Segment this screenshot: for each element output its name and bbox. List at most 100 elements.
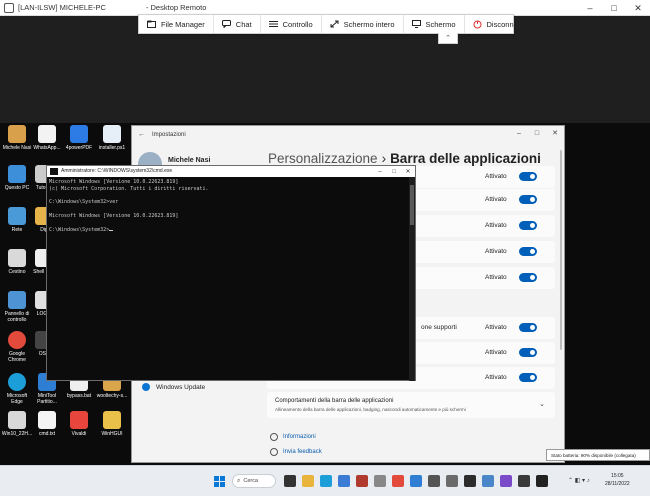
folder-icon	[103, 411, 121, 429]
cmd-maximize-button[interactable]: □	[387, 166, 401, 177]
text-cursor	[109, 229, 114, 231]
taskbar-app-chrome-icon[interactable]	[392, 475, 404, 487]
toggle-state: Attivato	[485, 349, 507, 356]
minimize-button[interactable]: –	[578, 0, 602, 16]
toolbar-control-button[interactable]: Controllo	[261, 15, 322, 33]
toggle-switch[interactable]	[519, 273, 537, 282]
chevron-down-icon: ⌄	[539, 401, 545, 408]
window-title: [LAN-ILSW] MICHELE-PC	[18, 3, 106, 12]
taskbar-app-app12-icon[interactable]	[482, 475, 494, 487]
start-button[interactable]	[214, 476, 225, 487]
cmd-minimize-button[interactable]: –	[373, 166, 387, 177]
desktop-icon[interactable]: Win10_22H...	[1, 411, 33, 437]
chat-icon	[221, 20, 231, 28]
battery-tooltip: Stato batteria: 90% disponibile (collega…	[546, 449, 650, 461]
taskbar-app-edge-icon[interactable]	[320, 475, 332, 487]
remote-app-icon	[4, 2, 14, 13]
toolbar-file-manager-button[interactable]: File Manager	[139, 15, 214, 33]
cmd-output[interactable]: Microsoft Windows [Versione 10.0.22623.8…	[49, 179, 209, 233]
taskbar-app-app5-icon[interactable]	[356, 475, 368, 487]
cmd-titlebar: Amministratore: C:\WINDOWS\system32\cmd.…	[47, 166, 415, 177]
network-icon	[8, 207, 26, 225]
cmd-title: Amministratore: C:\WINDOWS\system32\cmd.…	[61, 168, 173, 174]
clock[interactable]: 15:05 28/11/2022	[605, 472, 630, 488]
taskbar-app-app9-icon[interactable]	[428, 475, 440, 487]
taskbar-app-app8-icon[interactable]	[410, 475, 422, 487]
control-panel-icon	[8, 291, 26, 309]
script-file-icon	[103, 125, 121, 143]
desktop-icon[interactable]: WinHGUI	[96, 411, 128, 437]
toolbar-disconnect-button[interactable]: Disconnetti	[465, 15, 532, 33]
system-tray-icons[interactable]: ⌃ ◧ ▾ ♪	[568, 477, 590, 484]
cmd-close-button[interactable]: ✕	[401, 166, 415, 177]
back-button[interactable]: ←	[138, 131, 145, 138]
toggle-switch[interactable]	[519, 348, 537, 357]
desktop-icon[interactable]: WhatsApp...	[31, 125, 63, 151]
settings-close-button[interactable]: ✕	[546, 126, 564, 140]
settings-maximize-button[interactable]: □	[528, 126, 546, 140]
toggle-switch[interactable]	[519, 172, 537, 181]
cmd-window: Amministratore: C:\WINDOWS\system32\cmd.…	[46, 165, 416, 381]
taskbar-behaviors-expander[interactable]: Comportamenti della barra delle applicaz…	[267, 392, 555, 418]
vivaldi-icon	[70, 411, 88, 429]
toolbar-collapse-button[interactable]: ⌃	[438, 33, 458, 44]
toolbar-fullscreen-button[interactable]: Schermo intero	[322, 15, 404, 33]
file-icon	[38, 125, 56, 143]
toggle-state: Attivato	[485, 274, 507, 281]
search-icon: ⌕	[237, 477, 241, 484]
desktop-icon[interactable]: installer.ps1	[96, 125, 128, 151]
breadcrumb-separator: ›	[381, 151, 387, 166]
windows-logo-icon	[214, 476, 219, 481]
toolbar-monitor-button[interactable]: Schermo	[404, 15, 465, 33]
breadcrumb: Personalizzazione › Barra delle applicazio…	[268, 151, 541, 166]
settings-minimize-button[interactable]: –	[510, 126, 528, 140]
desktop-icon[interactable]: 4powerPDF	[63, 125, 95, 151]
desktop-icon[interactable]: Vivaldi	[63, 411, 95, 437]
desktop-icon[interactable]: Microsoft Edge	[1, 373, 33, 405]
window-subtitle: - Desktop Remoto	[145, 3, 207, 12]
taskbar-app-app15-icon[interactable]	[536, 475, 548, 487]
breadcrumb-parent[interactable]: Personalizzazione	[268, 151, 378, 166]
cmd-scrollbar[interactable]	[409, 177, 415, 381]
taskbar-app-app11-icon[interactable]	[464, 475, 476, 487]
search-box[interactable]: ⌕ Cerca	[232, 474, 276, 488]
toggle-state: Attivato	[485, 196, 507, 203]
computer-icon	[8, 165, 26, 183]
cmd-icon	[50, 168, 58, 175]
iso-file-icon	[8, 411, 26, 429]
settings-scrollbar[interactable]	[560, 150, 562, 350]
taskbar-app-app13-icon[interactable]	[500, 475, 512, 487]
pdf-app-icon	[70, 125, 88, 143]
toggle-switch[interactable]	[519, 195, 537, 204]
toggle-switch[interactable]	[519, 323, 537, 332]
user-folder-icon	[8, 125, 26, 143]
desktop-icon[interactable]: Michele Nasi	[1, 125, 33, 151]
nav-windows-update[interactable]: Windows Update	[142, 383, 205, 391]
settings-title: Impostazioni	[152, 132, 186, 138]
taskbar-app-app6-icon[interactable]	[374, 475, 386, 487]
toggle-state: Attivato	[485, 173, 507, 180]
user-name: Michele Nasi	[168, 157, 211, 164]
taskbar: ⌕ Cerca ⌃ ◧ ▾ ♪ 15:05 28/11/2022	[0, 465, 650, 496]
taskbar-app-taskview-icon[interactable]	[284, 475, 296, 487]
toggle-switch[interactable]	[519, 373, 537, 382]
taskbar-app-app14-icon[interactable]	[518, 475, 530, 487]
feedback-link[interactable]: Invia feedback	[270, 448, 322, 456]
toggle-switch[interactable]	[519, 221, 537, 230]
taskbar-app-explorer-icon[interactable]	[302, 475, 314, 487]
toggle-switch[interactable]	[519, 247, 537, 256]
control-icon	[268, 20, 278, 28]
remote-toolbar: File Manager Chat Controllo Schermo inte…	[138, 14, 524, 34]
feedback-icon	[270, 448, 278, 456]
taskbar-app-app10-icon[interactable]	[446, 475, 458, 487]
toggle-state: Attivato	[485, 324, 507, 331]
toggle-state: Attivato	[485, 374, 507, 381]
taskbar-app-store-icon[interactable]	[338, 475, 350, 487]
remote-screen: Michele Nasi WhatsApp... 4powerPDF insta…	[0, 123, 650, 496]
toolbar-chat-button[interactable]: Chat	[214, 15, 261, 33]
maximize-button[interactable]: □	[602, 0, 626, 16]
close-button[interactable]: ✕	[626, 0, 650, 16]
info-link[interactable]: Informazioni	[270, 433, 316, 441]
desktop-icon[interactable]: cmd.txt	[31, 411, 63, 437]
file-manager-icon	[147, 20, 156, 28]
